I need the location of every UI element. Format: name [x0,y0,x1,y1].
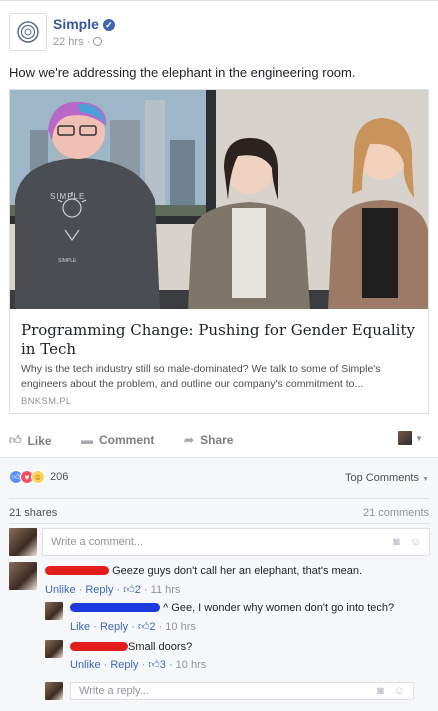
reply-link[interactable]: Reply [85,584,113,596]
shares-count[interactable]: 21 shares [9,507,57,519]
reply-meta: Unlike · Reply · 👍︎3 · 10 hrs [70,659,207,671]
redacted-name [70,603,160,612]
reply-input[interactable]: Write a reply... ◙ ☺ [70,682,414,700]
globe-icon [93,37,103,46]
comment-input[interactable]: Write a comment... ◙ ☺ [42,528,430,556]
commenter-avatar[interactable] [9,562,37,590]
redacted-name [70,642,128,651]
comment-like-count[interactable]: 2 [135,584,141,596]
haha-reaction-icon: ☺ [31,470,45,484]
comments-section: 👍︎ ♥ ☺ 206 Top Comments ▼ 21 shares 21 c… [0,457,438,711]
user-avatar [45,682,63,700]
share-button[interactable]: ➦ Share [184,433,233,447]
shirt-brand-text-small: SIMPLE [58,258,77,264]
comment-time[interactable]: 11 hrs [151,584,181,596]
simple-logo-icon [17,21,39,43]
reply-like-count[interactable]: 2 [149,621,155,633]
replier-avatar[interactable] [45,640,63,658]
reply-time[interactable]: 10 hrs [165,621,196,633]
like-count-icon: 👍︎ [148,659,160,671]
like-count-icon: 👍︎ [137,621,150,633]
chevron-down-icon: ▼ [415,433,423,443]
post-timestamp-row: 22 hrs · [53,36,103,48]
divider [9,498,429,499]
photo-three-people: SIMPLE SIMPLE [10,90,428,309]
comment-body: Geeze guys don't call her an elephant, t… [45,565,362,577]
divider [9,523,429,524]
unlike-link[interactable]: Unlike [70,659,101,671]
like-button[interactable]: 👍︎ Like [9,433,52,448]
reply-body: Small doors? [70,641,192,653]
comment-placeholder: Write a comment... [51,536,144,548]
chevron-down-icon: ▼ [422,476,429,483]
comment-button[interactable]: ▬ Comment [81,433,154,447]
comments-count[interactable]: 21 comments [363,507,429,519]
page-name-row: Simple ✓ [53,16,115,32]
link-description: Why is the tech industry still so male-d… [21,363,381,390]
like-link[interactable]: Like [70,621,90,633]
reply-meta: Like · Reply · 👍︎2 · 10 hrs [70,621,196,633]
post-as-selector[interactable]: ▼ [398,431,423,445]
reply-link[interactable]: Reply [110,659,138,671]
page-name-link[interactable]: Simple [53,16,99,32]
user-avatar [398,431,413,445]
post-actions-bar: 👍︎ Like ▬ Comment ➦ Share ▼ [9,427,429,453]
link-domain: BNKSM.PL [21,396,72,407]
user-avatar [9,528,37,556]
reply-placeholder: Write a reply... [79,685,149,697]
comment-label: Comment [99,433,155,447]
emoji-icon[interactable]: ☺ [410,536,421,548]
unlike-link[interactable]: Unlike [45,584,76,596]
reply-text: ^ Gee, I wonder why women don't go into … [163,602,395,614]
reply-text: Small doors? [128,641,193,653]
thumbs-up-icon: 👍︎ [9,433,22,447]
post-text: How we're addressing the elephant in the… [9,65,356,80]
emoji-icon[interactable]: ☺ [394,685,405,697]
speech-bubble-icon: ▬ [81,433,93,447]
reactions-summary[interactable]: 👍︎ ♥ ☺ 206 [9,470,68,484]
post-timestamp[interactable]: 22 hrs [53,36,84,48]
reply-body: ^ Gee, I wonder why women don't go into … [70,602,394,614]
composer-icons: ◙ ☺ [377,685,405,697]
comment-sort-dropdown[interactable]: Top Comments ▼ [345,472,429,484]
link-preview[interactable]: SIMPLE SIMPLE Programming Change: Pushin… [9,89,429,414]
redacted-name [45,566,109,575]
link-preview-image[interactable]: SIMPLE SIMPLE [10,90,428,309]
verified-badge-icon: ✓ [102,19,115,31]
share-arrow-icon: ➦ [184,433,195,447]
link-title[interactable]: Programming Change: Pushing for Gender E… [21,321,421,359]
reply-time[interactable]: 10 hrs [176,659,207,671]
comment-sort-label: Top Comments [345,472,419,484]
share-label: Share [200,433,234,447]
comment-text: Geeze guys don't call her an elephant, t… [112,565,363,577]
like-label: Like [27,433,52,448]
shirt-brand-text: SIMPLE [50,192,85,201]
replier-avatar[interactable] [45,602,63,620]
reply-link[interactable]: Reply [100,621,128,633]
camera-icon[interactable]: ◙ [393,536,400,548]
reply-like-count[interactable]: 3 [160,659,166,671]
composer-icons: ◙ ☺ [393,536,421,548]
post-card: Simple ✓ 22 hrs · How we're addressing th… [0,0,438,711]
reaction-count: 206 [50,471,69,483]
post-header: Simple ✓ 22 hrs · [9,13,429,53]
page-avatar[interactable] [9,13,47,51]
camera-icon[interactable]: ◙ [377,685,384,697]
comment-meta: Unlike · Reply · 👍︎2 · 11 hrs [45,584,181,596]
like-count-icon: 👍︎ [123,584,135,596]
